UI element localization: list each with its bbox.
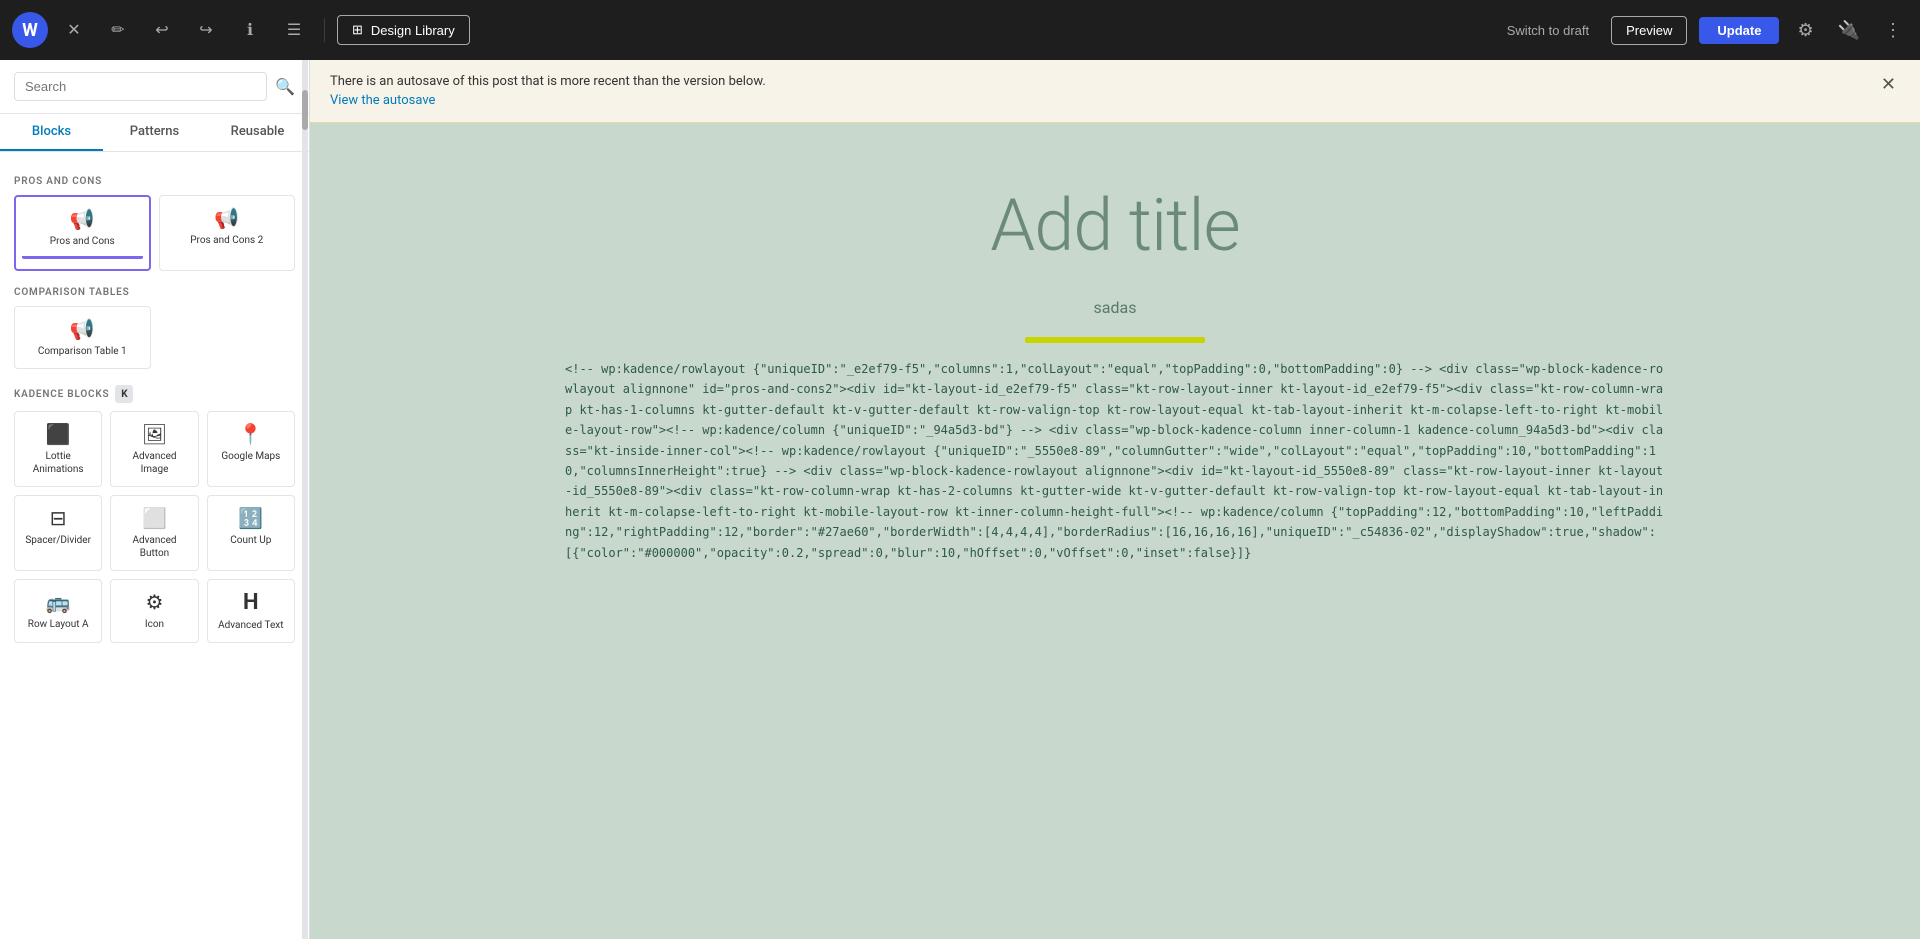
search-icon-button[interactable]: 🔍 (275, 77, 295, 97)
lottie-label: Lottie Animations (21, 450, 95, 476)
advanced-text-label: Advanced Text (218, 619, 283, 632)
preview-button[interactable]: Preview (1611, 16, 1687, 45)
block-item-icon[interactable]: ⚙ Icon (110, 579, 198, 643)
block-item-advanced-text[interactable]: H Advanced Text (207, 579, 295, 643)
more-options-icon[interactable]: ⋮ (1878, 14, 1908, 47)
icon-block-icon: ⚙ (146, 590, 164, 614)
block-item-row-layout[interactable]: 🚌 Row Layout A (14, 579, 102, 643)
code-block: <!-- wp:kadence/rowlayout {"uniqueID":"_… (565, 359, 1665, 563)
block-item-comparison-table-1[interactable]: 📢 Comparison Table 1 (14, 306, 151, 369)
view-autosave-link[interactable]: View the autosave (330, 93, 766, 108)
yellow-underline-decoration (1025, 337, 1205, 343)
switch-to-draft-button[interactable]: Switch to draft (1497, 17, 1599, 44)
sidebar-scrollbar-track[interactable] (302, 60, 308, 939)
advanced-image-icon: 🖼 (142, 422, 167, 446)
pros-cons-1-label: Pros and Cons (50, 235, 115, 248)
add-title[interactable]: Add title (330, 183, 1900, 268)
pros-and-cons-section-label: PROS AND CONS (14, 176, 295, 187)
google-maps-icon: 📍 (238, 422, 263, 446)
tab-bar: Blocks Patterns Reusable (0, 114, 309, 152)
block-item-advanced-button[interactable]: ⬜ Advanced Button (110, 495, 198, 571)
wp-logo: W (12, 12, 48, 48)
toolbar-separator (324, 18, 325, 42)
design-library-button[interactable]: ⊞ Design Library (337, 15, 470, 45)
comparison-table-1-label: Comparison Table 1 (38, 345, 127, 358)
update-button[interactable]: Update (1699, 17, 1779, 44)
autosave-notice: There is an autosave of this post that i… (310, 60, 1920, 123)
block-item-google-maps[interactable]: 📍 Google Maps (207, 411, 295, 487)
row-layout-icon: 🚌 (46, 590, 71, 614)
search-input[interactable] (14, 72, 267, 101)
pros-cons-2-icon: 📢 (214, 206, 239, 230)
spacer-divider-label: Spacer/Divider (25, 534, 91, 547)
autosave-close-button[interactable]: ✕ (1877, 74, 1900, 95)
list-view-button[interactable]: ☰ (276, 12, 312, 48)
settings-icon[interactable]: ⚙ (1791, 14, 1819, 47)
redo-button[interactable]: ↪ (188, 12, 224, 48)
lottie-icon: ⬛ (46, 422, 71, 446)
spacer-divider-icon: ⊟ (50, 506, 67, 530)
close-button[interactable]: ✕ (56, 12, 92, 48)
comparison-table-1-icon: 📢 (70, 317, 95, 341)
selected-bar (22, 256, 143, 259)
block-item-lottie[interactable]: ⬛ Lottie Animations (14, 411, 102, 487)
advanced-button-label: Advanced Button (117, 534, 191, 560)
design-library-label: Design Library (371, 23, 455, 38)
content-area[interactable]: There is an autosave of this post that i… (310, 60, 1920, 939)
plugins-icon[interactable]: 🔌 (1832, 14, 1866, 47)
pros-cons-1-icon: 📢 (70, 207, 95, 231)
sidebar-content: PROS AND CONS 📢 Pros and Cons 📢 Pros and… (0, 152, 309, 939)
advanced-button-icon: ⬜ (142, 506, 167, 530)
tab-blocks[interactable]: Blocks (0, 114, 103, 151)
undo-button[interactable]: ↩ (144, 12, 180, 48)
block-item-count-up[interactable]: 🔢 Count Up (207, 495, 295, 571)
block-item-pros-cons-1[interactable]: 📢 Pros and Cons (14, 195, 151, 271)
google-maps-label: Google Maps (221, 450, 280, 463)
editor-area[interactable]: Add title sadas <!-- wp:kadence/rowlayou… (310, 123, 1920, 939)
tab-reusable[interactable]: Reusable (206, 114, 309, 151)
design-library-icon: ⊞ (352, 22, 363, 38)
icon-block-label: Icon (145, 618, 164, 631)
tab-patterns[interactable]: Patterns (103, 114, 206, 151)
block-item-advanced-image[interactable]: 🖼 Advanced Image (110, 411, 198, 487)
info-button[interactable]: ℹ (232, 12, 268, 48)
main-layout: 🔍 Blocks Patterns Reusable PROS AND CONS… (0, 60, 1920, 939)
advanced-text-icon: H (243, 590, 259, 615)
autosave-message: There is an autosave of this post that i… (330, 74, 766, 108)
subtitle-text[interactable]: sadas (330, 298, 1900, 317)
advanced-image-label: Advanced Image (117, 450, 191, 476)
kadence-blocks-header: KADENCE BLOCKS K (14, 385, 295, 403)
kadence-blocks-label: KADENCE BLOCKS (14, 389, 109, 400)
pros-cons-2-label: Pros and Cons 2 (190, 234, 263, 247)
block-item-spacer-divider[interactable]: ⊟ Spacer/Divider (14, 495, 102, 571)
autosave-text: There is an autosave of this post that i… (330, 74, 766, 89)
toolbar: W ✕ ✏ ↩ ↪ ℹ ☰ ⊞ Design Library Switch to… (0, 0, 1920, 60)
search-bar: 🔍 (0, 60, 309, 114)
count-up-label: Count Up (230, 534, 271, 547)
sidebar: 🔍 Blocks Patterns Reusable PROS AND CONS… (0, 60, 310, 939)
kadence-k-badge: K (115, 385, 133, 403)
count-up-icon: 🔢 (238, 506, 263, 530)
kadence-blocks-grid: ⬛ Lottie Animations 🖼 Advanced Image 📍 G… (14, 411, 295, 643)
row-layout-label: Row Layout A (28, 618, 89, 631)
block-item-pros-cons-2[interactable]: 📢 Pros and Cons 2 (159, 195, 296, 271)
comparison-tables-grid: 📢 Comparison Table 1 (14, 306, 295, 369)
comparison-tables-section-label: COMPARISON TABLES (14, 287, 295, 298)
sidebar-scrollbar-thumb[interactable] (302, 90, 308, 130)
toolbar-right: Switch to draft Preview Update ⚙ 🔌 ⋮ (1497, 14, 1908, 47)
edit-button[interactable]: ✏ (100, 12, 136, 48)
pros-and-cons-grid: 📢 Pros and Cons 📢 Pros and Cons 2 (14, 195, 295, 271)
